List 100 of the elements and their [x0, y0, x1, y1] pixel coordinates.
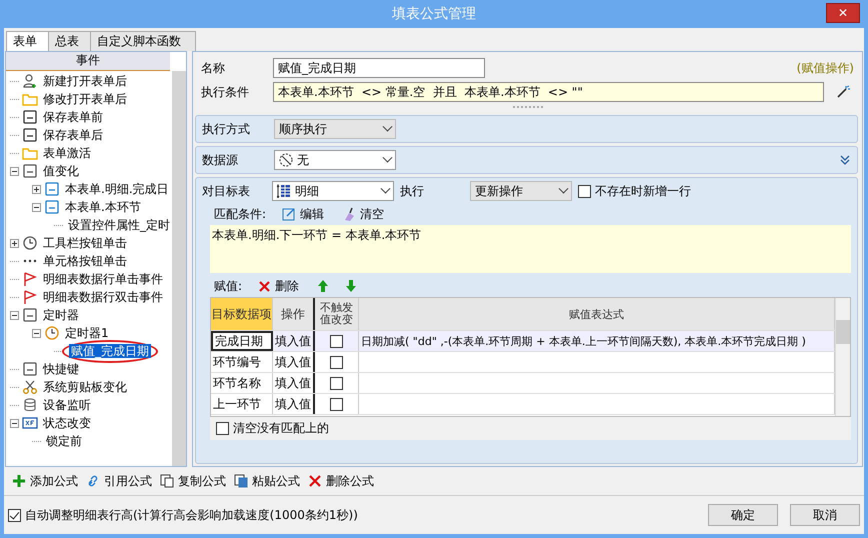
table-row[interactable]: 环节名称 填入值 — [211, 373, 835, 394]
expression-text: 本表单.明细.下一环节 = 本表单.本环节 — [212, 228, 422, 242]
tree-item[interactable]: 明细表数据行双击事件 — [41, 288, 165, 306]
delete-icon — [308, 474, 322, 488]
user-icon — [22, 73, 38, 89]
match-expression-area[interactable]: 本表单.明细.下一环节 = 本表单.本环节 — [210, 225, 851, 273]
tree-item[interactable]: 定时器 — [41, 306, 81, 324]
table-row[interactable]: 上一环节 填入值 — [211, 394, 835, 415]
tab[interactable]: 自定义脚本函数 — [90, 31, 196, 51]
tree-item[interactable]: 设备监听 — [41, 396, 93, 414]
tree-item[interactable]: 修改打开表单后 — [41, 90, 129, 108]
tree-item[interactable]: 单元格按钮单击 — [41, 252, 129, 270]
source-dropdown[interactable]: 无 — [274, 150, 396, 170]
window-title: 填表公式管理 — [392, 5, 476, 23]
expand-chevron-icon[interactable] — [839, 154, 851, 166]
tree-item[interactable]: 定时器1 — [63, 324, 111, 342]
table-row[interactable]: 环节编号 填入值 — [211, 352, 835, 373]
condition-field[interactable]: 本表单.本环节 <> 常量.空 并且 本表单.本环节 <> "" — [273, 82, 824, 102]
database-icon — [22, 397, 38, 413]
clock-icon — [44, 325, 60, 341]
tree-item[interactable]: 系统剪贴板变化 — [41, 378, 129, 396]
checkbox[interactable] — [216, 422, 229, 435]
table-cell: 上一环节 — [211, 394, 273, 414]
close-button[interactable]: ✕ — [826, 3, 860, 23]
tree-item[interactable]: 表单激活 — [41, 144, 93, 162]
clear-button[interactable]: 清空 — [340, 206, 386, 222]
table-cell: 填入值 — [273, 331, 315, 351]
expand-toggle-icon[interactable] — [10, 418, 19, 428]
scrollbar[interactable] — [172, 71, 186, 466]
checkbox[interactable] — [330, 398, 343, 410]
checkbox[interactable] — [330, 376, 343, 390]
tree-header: 事件 — [6, 52, 170, 71]
dialog-button[interactable]: 取消 — [790, 504, 860, 526]
expand-toggle-icon[interactable] — [32, 202, 41, 212]
expand-toggle-icon[interactable] — [10, 238, 19, 248]
state-icon — [22, 415, 38, 431]
column-header[interactable]: 不触发值改变 — [315, 298, 359, 330]
no-entry-icon — [279, 153, 293, 167]
checkbox-label: 自动调整明细表行高(计算行高会影响加载速度(1000条约1秒)) — [25, 506, 358, 524]
tree-item[interactable]: 快捷键 — [41, 360, 81, 378]
field-label: 执行方式 — [202, 120, 251, 138]
field-label: 数据源 — [202, 152, 239, 168]
toolbar-button[interactable]: 粘贴公式 — [232, 472, 302, 490]
toolbar-button[interactable]: 添加公式 — [10, 472, 80, 490]
exec-dropdown[interactable]: 更新操作 — [470, 181, 572, 201]
tree-item[interactable]: 本表单.本环节 — [63, 198, 143, 216]
expand-toggle-icon[interactable] — [10, 166, 19, 176]
tree-item[interactable]: 赋值_完成日期 — [69, 344, 151, 358]
table-cell: 完成日期 — [211, 331, 273, 351]
target-table-dropdown[interactable]: 明细 — [272, 181, 394, 201]
field-label: 执行条件 — [201, 84, 250, 100]
expand-toggle-icon[interactable] — [32, 328, 41, 338]
move-up-icon[interactable] — [317, 279, 330, 293]
flag-icon — [22, 271, 38, 287]
tree-item[interactable]: 本表单.明细.完成日 — [63, 180, 171, 198]
flag-icon — [22, 289, 38, 305]
table-row[interactable]: 完成日期 填入值 日期加减( "dd" ,-(本表单.环节周期 + 本表单.上一环节间隔天数), 本表单.本环节完成日期 ) — [211, 331, 835, 352]
toolbar-button[interactable]: 复制公式 — [158, 472, 228, 490]
table-cell: 填入值 — [273, 352, 315, 372]
tree-item[interactable]: 新建打开表单后 — [41, 72, 129, 90]
tree-item[interactable]: 设置控件属性_定时 — [66, 216, 172, 234]
tree-item[interactable]: 锁定前 — [44, 432, 84, 450]
checkbox-label: 清空没有匹配上的 — [233, 420, 329, 437]
table-cell: 环节名称 — [211, 373, 273, 393]
dialog-button[interactable]: 确定 — [708, 504, 778, 526]
section-label: 赋值: — [214, 278, 242, 294]
field-label: 名称 — [201, 60, 226, 76]
edit-button[interactable]: 编辑 — [280, 206, 326, 222]
add-icon — [12, 474, 26, 488]
mode-dropdown[interactable]: 顺序执行 — [274, 119, 396, 139]
table-cell: 填入值 — [273, 373, 315, 393]
scissors-icon — [22, 379, 38, 395]
cross-icon — [258, 280, 272, 292]
tree-item[interactable]: 值变化 — [41, 162, 81, 180]
table-cell: 填入值 — [273, 394, 315, 414]
tree-item[interactable]: 保存表单前 — [41, 108, 105, 126]
move-down-icon[interactable] — [345, 279, 358, 293]
tree-item[interactable]: 明细表数据行单击事件 — [41, 270, 165, 288]
pencil-icon — [282, 207, 296, 221]
type-note: (赋值操作) — [796, 60, 854, 76]
scrollbar[interactable] — [835, 298, 850, 416]
checkbox[interactable] — [578, 184, 591, 198]
delete-button[interactable]: 删除 — [256, 278, 302, 294]
checkbox[interactable] — [330, 334, 343, 348]
copy-icon — [160, 474, 174, 488]
eraser-icon — [342, 207, 356, 221]
expand-toggle-icon[interactable] — [32, 184, 41, 194]
tree-item[interactable]: 保存表单后 — [41, 126, 105, 144]
tree-item[interactable]: 工具栏按钮单击 — [41, 234, 129, 252]
checkbox[interactable] — [330, 356, 343, 368]
name-field[interactable]: 赋值_完成日期 — [273, 58, 485, 78]
expand-toggle-icon[interactable] — [10, 310, 19, 320]
link-icon — [86, 474, 100, 488]
field-label: 对目标表 — [202, 182, 251, 200]
tree-item[interactable]: 状态改变 — [41, 414, 93, 432]
checkbox[interactable] — [8, 508, 21, 522]
wand-icon[interactable] — [836, 85, 850, 99]
toolbar-button[interactable]: 删除公式 — [306, 472, 376, 490]
toolbar-button[interactable]: 引用公式 — [84, 472, 154, 490]
column-header[interactable]: 目标数据项 — [211, 298, 273, 330]
